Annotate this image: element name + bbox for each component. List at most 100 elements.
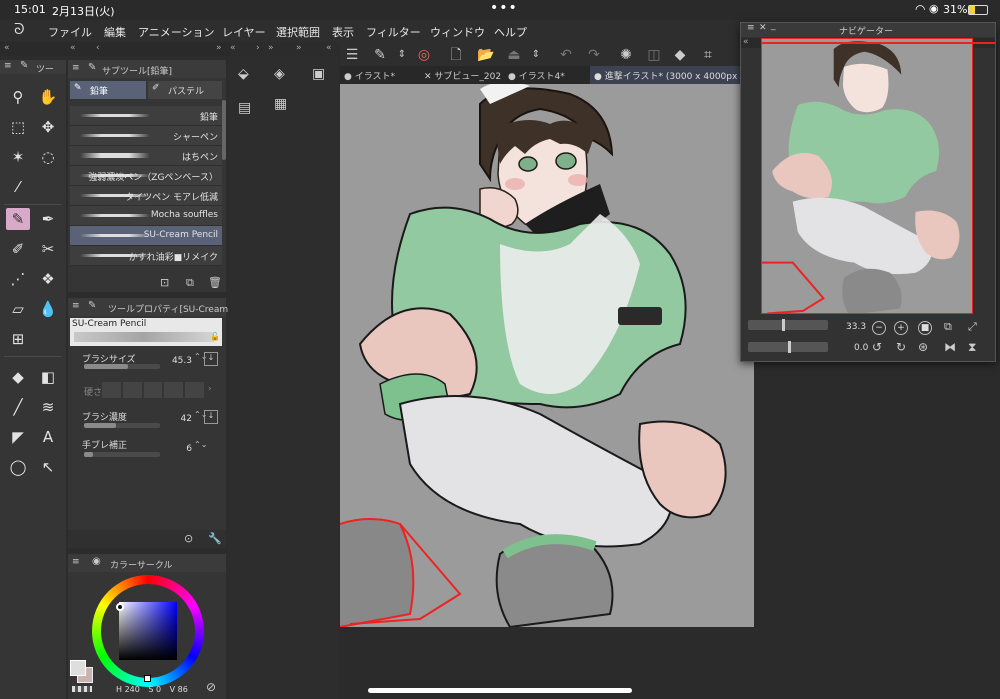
material-icon[interactable]: ▣: [312, 66, 325, 82]
transparent-color-swatch[interactable]: [72, 686, 92, 692]
color-mode-icon[interactable]: ⊘: [206, 680, 216, 694]
hardness-selector[interactable]: [102, 382, 204, 398]
edit-icon[interactable]: ✎: [370, 46, 390, 64]
reset-icon[interactable]: ⊙: [184, 532, 193, 545]
brush-item[interactable]: 鉛筆: [70, 106, 222, 126]
save-icon[interactable]: ⏏: [504, 46, 524, 64]
decoration-tool-icon[interactable]: ✂: [36, 238, 60, 260]
subtool-scrollbar[interactable]: [222, 100, 226, 160]
expand-icon[interactable]: ›: [256, 43, 260, 53]
duplicate-subtool-icon[interactable]: ⧉: [186, 276, 194, 290]
eraser-tool-icon[interactable]: ▱: [6, 298, 30, 320]
pencil-tool-icon[interactable]: ✎: [6, 208, 30, 230]
fit-window-icon[interactable]: ⧉: [944, 320, 952, 334]
lock-icon[interactable]: 🔓: [210, 332, 220, 341]
fill-bucket-icon[interactable]: ◆: [670, 46, 690, 64]
stabilization-slider[interactable]: [84, 452, 160, 457]
brush-density-dropdown-icon[interactable]: ↓: [204, 410, 218, 424]
brush-item[interactable]: Mocha souffles: [70, 206, 222, 226]
brush-item[interactable]: タイツペン モアレ低減: [70, 186, 222, 206]
multitask-dots-icon[interactable]: •••: [490, 0, 518, 16]
collapse-icon[interactable]: «: [743, 37, 749, 47]
chevron-updown-icon[interactable]: ⇕: [392, 46, 412, 64]
sv-cursor[interactable]: [144, 675, 151, 682]
expand-icon[interactable]: »: [268, 43, 274, 53]
operation-tool-icon[interactable]: ⬚: [6, 116, 30, 138]
hue-ring-handle[interactable]: [116, 603, 124, 611]
collapse-icon[interactable]: «: [326, 43, 332, 53]
document-tab[interactable]: ● イラスト*: [344, 69, 420, 83]
reset-rotation-icon[interactable]: ⊛: [918, 340, 928, 354]
menu-selection[interactable]: 選択範囲: [276, 24, 320, 40]
line-tool-icon[interactable]: ╱: [6, 396, 30, 418]
panel-menu-icon[interactable]: ≡: [747, 23, 755, 33]
hand-tool-icon[interactable]: ✋: [36, 86, 60, 108]
wrench-icon[interactable]: 🔧: [208, 532, 222, 545]
rotation-slider[interactable]: [748, 341, 828, 353]
menu-help[interactable]: ヘルプ: [494, 24, 527, 40]
move-tool-icon[interactable]: ✥: [36, 116, 60, 138]
zoom-in-icon[interactable]: +: [894, 321, 908, 335]
navigator-preview[interactable]: [761, 38, 973, 314]
brush-item[interactable]: 強弱濃淡ペン（ZGペンベース）: [70, 166, 222, 186]
hamburger-menu-icon[interactable]: ☰: [342, 46, 362, 64]
layer-property-icon[interactable]: ⬙: [238, 66, 249, 82]
pen-tool-icon[interactable]: ✒: [36, 208, 60, 230]
menu-animation[interactable]: アニメーション: [138, 24, 215, 40]
navigator-titlebar[interactable]: ≡ ✕ _ ナビゲーター: [741, 21, 995, 37]
brush-item[interactable]: シャーペン: [70, 126, 222, 146]
main-color-swatch[interactable]: [70, 660, 86, 676]
menu-window[interactable]: ウィンドウ: [430, 24, 485, 40]
auto-select-tool-icon[interactable]: ✶: [6, 146, 30, 168]
menu-filter[interactable]: フィルター: [366, 24, 421, 40]
balloon-tool-icon[interactable]: ◯: [6, 456, 30, 478]
transform-icon[interactable]: ◫: [644, 46, 664, 64]
menu-view[interactable]: 表示: [332, 24, 354, 40]
subtool-tab-pastel[interactable]: ✐ パステル: [148, 81, 222, 99]
blend-tool-icon[interactable]: 💧: [36, 298, 60, 320]
zoom-out-icon[interactable]: −: [872, 321, 886, 335]
brush-item[interactable]: かすれ油彩■リメイク: [70, 246, 222, 266]
close-icon[interactable]: ✕: [759, 23, 767, 33]
document-tab[interactable]: ✕ サブビュー_202: [424, 69, 504, 83]
rotate-left-icon[interactable]: ↺: [872, 340, 882, 354]
actual-size-icon[interactable]: ⤢: [968, 320, 977, 334]
zoom-tool-icon[interactable]: ⚲: [6, 86, 30, 108]
panel-menu-icon[interactable]: ≡: [72, 301, 80, 311]
subtool-tab-pencil[interactable]: ✎ 鉛筆: [70, 81, 146, 99]
correct-line-tool-icon[interactable]: ↖: [36, 456, 60, 478]
copy-subtool-icon[interactable]: ⊡: [160, 276, 169, 289]
panel-menu-icon[interactable]: ≡: [4, 61, 12, 71]
brush-item-selected[interactable]: SU-Cream Pencil: [70, 226, 222, 246]
ruler-tool-icon[interactable]: ≋: [36, 396, 60, 418]
rotate-right-icon[interactable]: ↻: [896, 340, 906, 354]
text-tool-icon[interactable]: A: [36, 426, 60, 448]
open-folder-icon[interactable]: 📂: [476, 46, 496, 64]
flip-horizontal-icon[interactable]: ⧓: [944, 340, 956, 354]
app-logo-icon[interactable]: ᘐ: [14, 20, 34, 40]
collapse-left-icon[interactable]: «: [4, 43, 10, 53]
timeline-icon[interactable]: ▦: [274, 96, 287, 112]
panel-menu-icon[interactable]: ≡: [72, 557, 80, 567]
chevron-left-icon[interactable]: ‹: [96, 43, 100, 53]
document-tab-active[interactable]: ● 進撃イラスト* (3000 x 4000px 3: [590, 66, 740, 84]
menu-file[interactable]: ファイル: [48, 24, 92, 40]
new-file-icon[interactable]: 🗋: [446, 46, 466, 64]
crop-icon[interactable]: ⌗: [698, 46, 718, 64]
menu-edit[interactable]: 編集: [104, 24, 126, 40]
undo-icon[interactable]: ↶: [556, 46, 576, 64]
document-tab[interactable]: ● イラスト4*: [508, 69, 586, 83]
brush-size-dropdown-icon[interactable]: ↓: [204, 352, 218, 366]
fill-tool-icon[interactable]: ◆: [6, 366, 30, 388]
home-indicator[interactable]: [368, 688, 632, 693]
panel-menu-icon[interactable]: ≡: [72, 63, 80, 73]
expand-icon[interactable]: »: [296, 43, 302, 53]
brush-tool-icon[interactable]: ✐: [6, 238, 30, 260]
item-bank-icon[interactable]: ▤: [238, 100, 251, 116]
stabilization-stepper[interactable]: ⌃⌄: [194, 440, 207, 449]
canvas-artwork[interactable]: [340, 84, 754, 627]
loading-icon[interactable]: ✺: [616, 46, 636, 64]
layer-icon[interactable]: ◈: [274, 66, 285, 82]
collapse-mid-icon[interactable]: «: [70, 43, 76, 53]
vector-tool-icon[interactable]: ◤: [6, 426, 30, 448]
